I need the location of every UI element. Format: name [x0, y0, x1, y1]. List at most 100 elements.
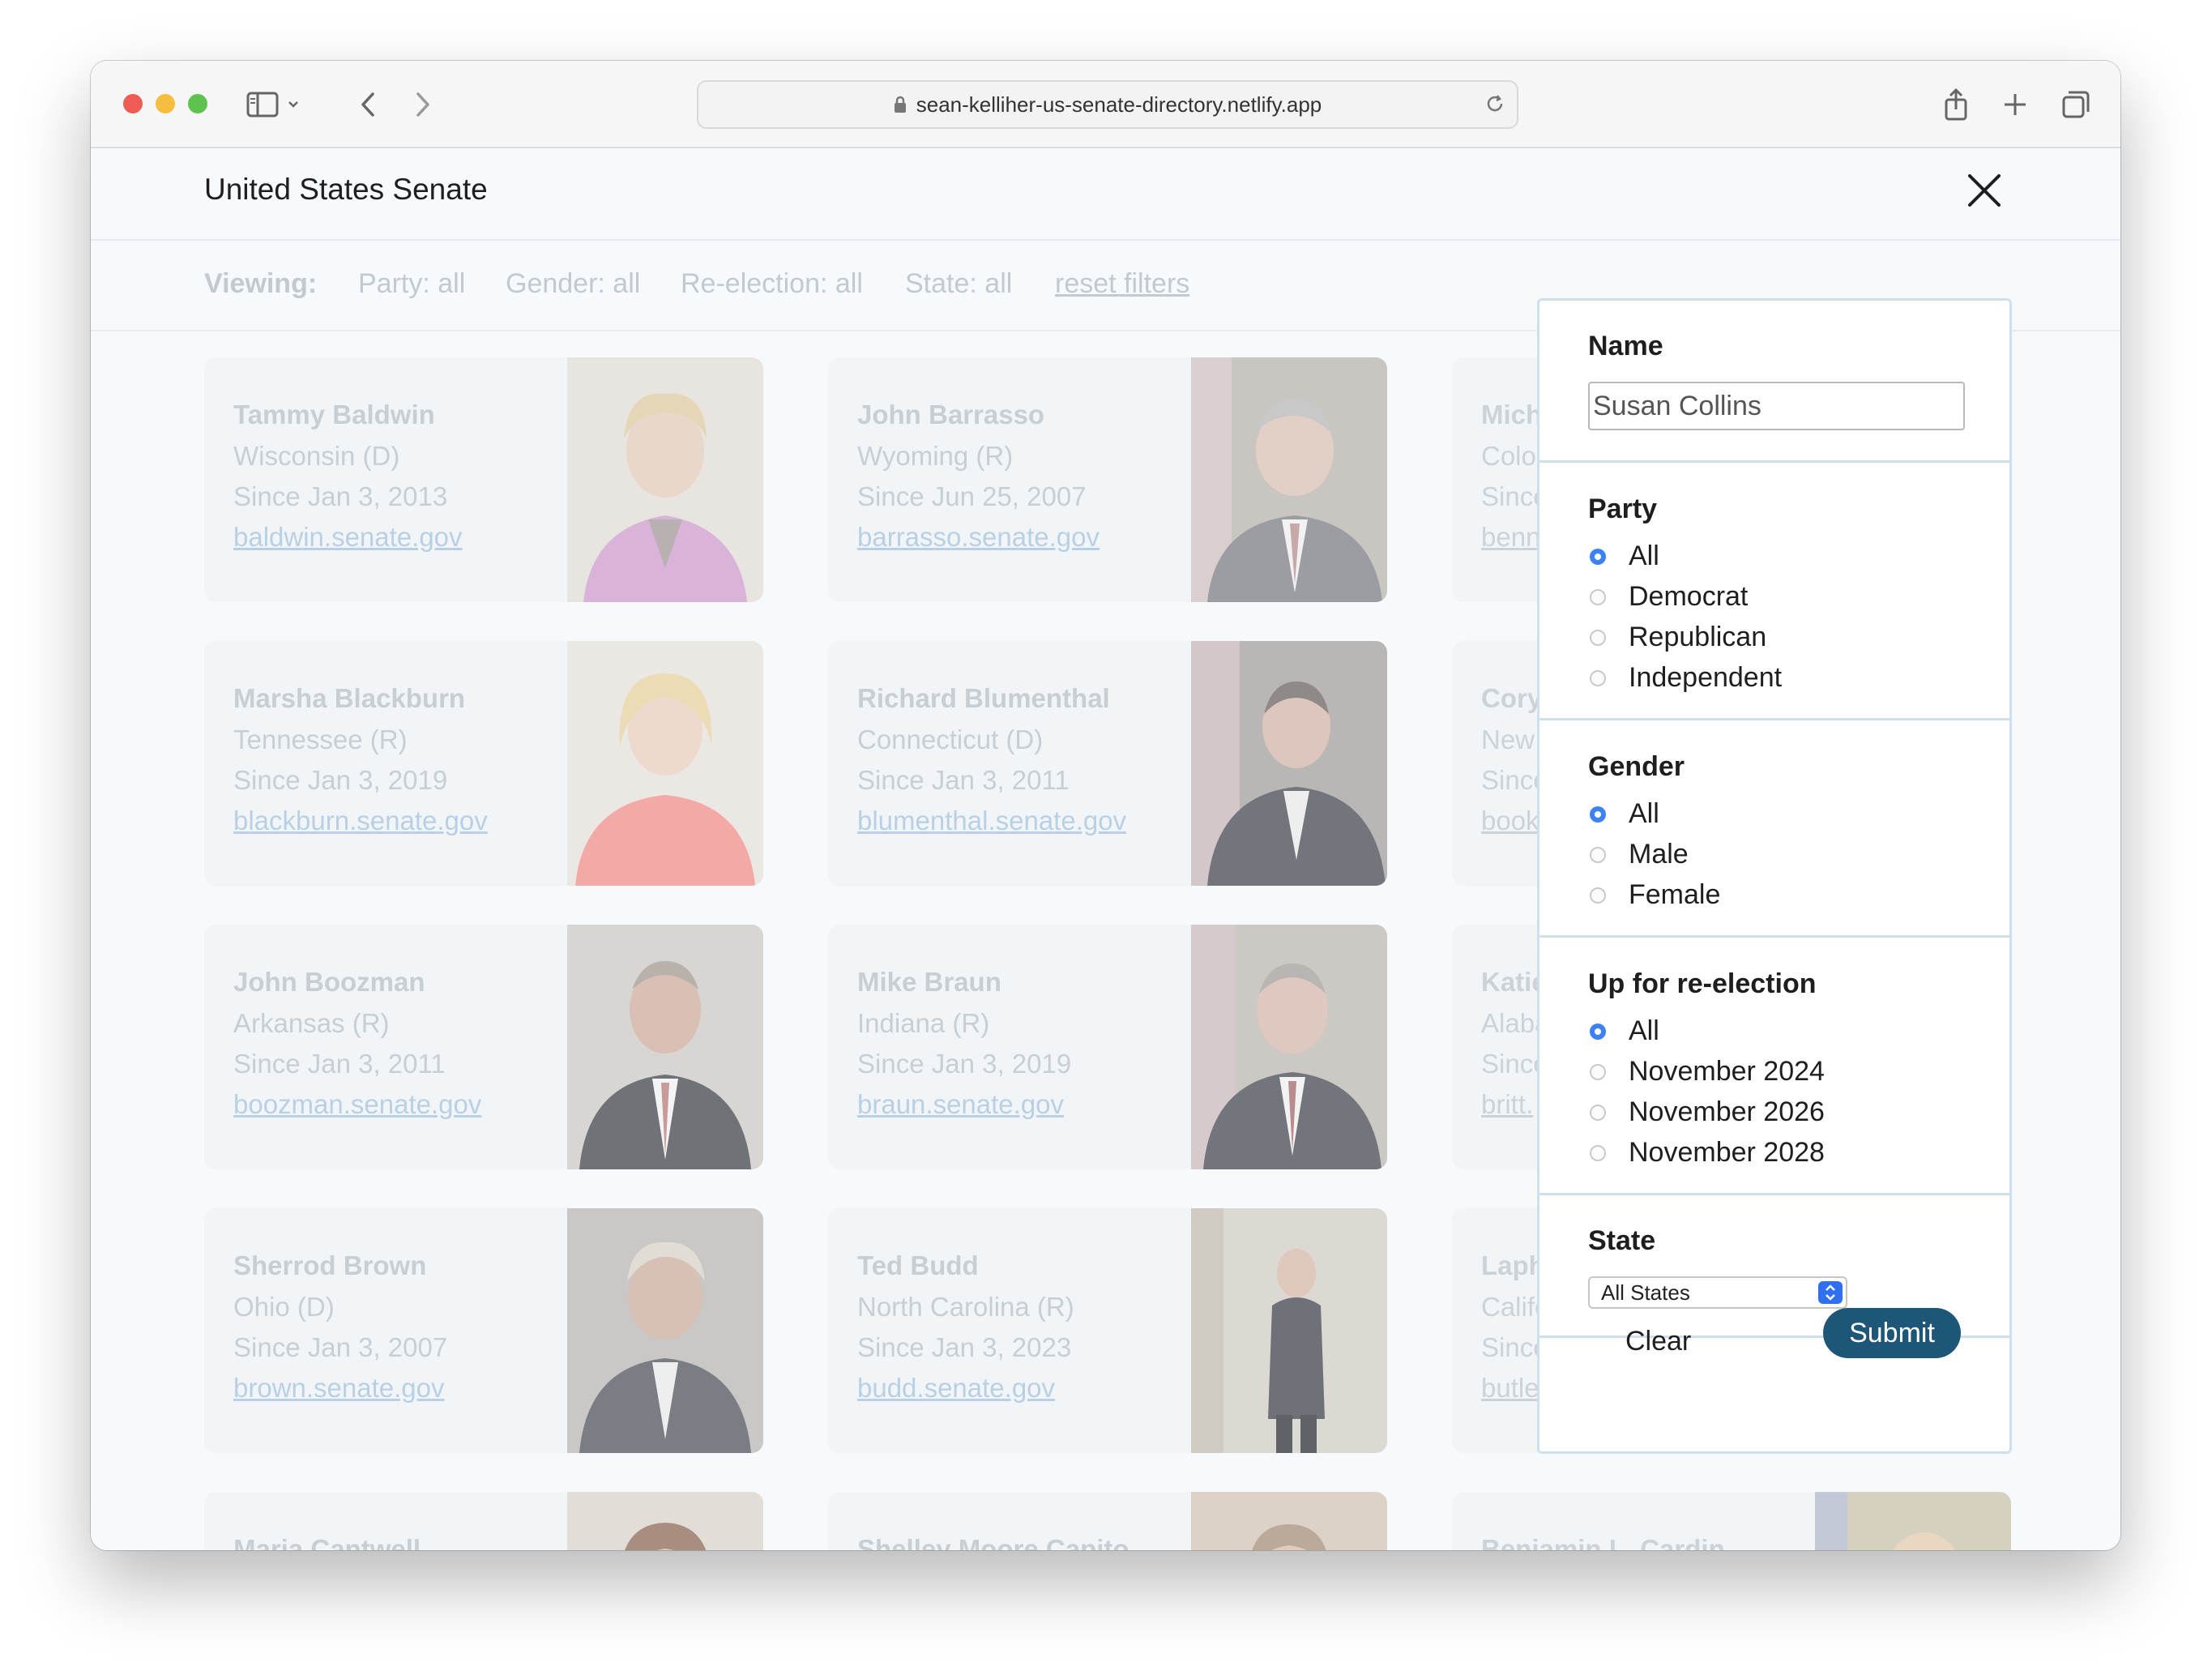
senator-state: Arkansas (R) — [233, 1008, 390, 1038]
reelection-label: Up for re-election — [1588, 968, 1817, 999]
senator-state: Connecticut (D) — [857, 724, 1044, 754]
senator-name: Mike Braun — [857, 967, 1001, 997]
reelection-filter-status: Re-election: all — [681, 268, 863, 299]
name-search-input[interactable] — [1588, 382, 1965, 430]
radio-icon[interactable] — [1590, 846, 1606, 863]
back-icon[interactable] — [350, 87, 386, 122]
radio-icon[interactable] — [1590, 887, 1606, 904]
radio-icon[interactable] — [1590, 1144, 1606, 1161]
senator-since: Since Jan 3, 2013 — [233, 481, 448, 511]
reelection-option-2024[interactable]: November 2024 — [1590, 1056, 1825, 1088]
senator-photo — [1191, 641, 1387, 886]
senator-name: John Barrasso — [857, 400, 1045, 430]
chevron-down-icon[interactable] — [284, 87, 303, 122]
senator-website-link[interactable]: blackburn.senate.gov — [233, 806, 488, 836]
reset-filters-link[interactable]: reset filters — [1055, 268, 1189, 300]
reelection-option-2026[interactable]: November 2026 — [1590, 1096, 1825, 1128]
zoom-window-button[interactable] — [188, 94, 207, 113]
senator-website-link[interactable]: brown.senate.gov — [233, 1373, 445, 1404]
share-icon[interactable] — [1938, 87, 1974, 122]
radio-selected-icon[interactable] — [1590, 548, 1606, 565]
state-filter-status: State: all — [905, 268, 1013, 299]
senator-name: Ted Budd — [857, 1250, 979, 1280]
state-select[interactable]: All States — [1588, 1276, 1847, 1309]
select-stepper-icon[interactable] — [1818, 1281, 1843, 1304]
senator-state: Wisconsin (D) — [233, 441, 400, 471]
radio-icon[interactable] — [1590, 669, 1606, 686]
reelection-option-2028[interactable]: November 2028 — [1590, 1137, 1825, 1169]
senator-card[interactable]: Sherrod Brown Ohio (D) Since Jan 3, 2007… — [204, 1208, 763, 1453]
gender-option-male[interactable]: Male — [1590, 839, 1689, 870]
radio-selected-icon[interactable] — [1590, 806, 1606, 823]
senator-name: Cory — [1481, 683, 1543, 713]
radio-selected-icon[interactable] — [1590, 1023, 1606, 1040]
senator-photo — [1191, 1492, 1387, 1550]
browser-window: sean-kelliher-us-senate-directory.netlif… — [91, 61, 2120, 1550]
senator-card[interactable]: Maria Cantwell — [204, 1492, 763, 1550]
tab-overview-icon[interactable] — [2058, 87, 2094, 122]
senator-state: Indiana (R) — [857, 1008, 990, 1038]
submit-button[interactable]: Submit — [1823, 1308, 1961, 1358]
filter-dialog: Name Party All Democrat Republican Indep… — [1537, 298, 2012, 1454]
senator-website-link[interactable]: britt. — [1481, 1089, 1533, 1120]
viewing-label: Viewing: — [204, 268, 318, 299]
gender-filter-section: Gender All Male Female — [1539, 720, 2009, 938]
senator-card[interactable]: John Barrasso Wyoming (R) Since Jun 25, … — [828, 357, 1387, 602]
senator-name: Laph — [1481, 1250, 1545, 1280]
senator-card[interactable]: Tammy Baldwin Wisconsin (D) Since Jan 3,… — [204, 357, 763, 602]
forward-icon[interactable] — [405, 87, 441, 122]
senator-state: Colo — [1481, 441, 1536, 471]
senator-state: North Carolina (R) — [857, 1292, 1074, 1322]
senator-photo — [567, 641, 763, 886]
senator-card[interactable]: Shelley Moore Capito — [828, 1492, 1387, 1550]
senator-website-link[interactable]: benn — [1481, 522, 1540, 553]
senator-website-link[interactable]: braun.senate.gov — [857, 1089, 1064, 1120]
reelection-option-all[interactable]: All — [1590, 1015, 1659, 1047]
state-select-value: All States — [1601, 1280, 1690, 1305]
close-icon[interactable] — [1966, 173, 2002, 208]
senator-since: Since Jan 3, 2019 — [233, 765, 448, 795]
senator-name: Richard Blumenthal — [857, 683, 1110, 713]
senator-since: Since Jan 3, 2007 — [233, 1332, 448, 1362]
senator-since: Since Jan 3, 2019 — [857, 1049, 1072, 1079]
senator-website-link[interactable]: baldwin.senate.gov — [233, 522, 463, 553]
party-option-republican[interactable]: Republican — [1590, 622, 1766, 653]
party-option-all[interactable]: All — [1590, 541, 1659, 572]
party-option-democrat[interactable]: Democrat — [1590, 581, 1748, 613]
senator-website-link[interactable]: book — [1481, 806, 1539, 836]
senator-card[interactable]: Ted Budd North Carolina (R) Since Jan 3,… — [828, 1208, 1387, 1453]
new-tab-icon[interactable] — [1997, 87, 2033, 122]
close-window-button[interactable] — [123, 94, 143, 113]
senator-name: Benjamin L. Cardin — [1481, 1534, 1725, 1550]
senator-card[interactable]: Richard Blumenthal Connecticut (D) Since… — [828, 641, 1387, 886]
party-option-independent[interactable]: Independent — [1590, 662, 1782, 694]
senator-card[interactable]: John Boozman Arkansas (R) Since Jan 3, 2… — [204, 925, 763, 1169]
minimize-window-button[interactable] — [156, 94, 175, 113]
lock-icon — [894, 96, 906, 113]
reload-icon[interactable] — [1484, 93, 1505, 120]
clear-button[interactable]: Clear — [1625, 1326, 1691, 1357]
senator-website-link[interactable]: barrasso.senate.gov — [857, 522, 1100, 553]
senator-photo — [567, 357, 763, 602]
party-filter-section: Party All Democrat Republican Independen… — [1539, 463, 2009, 720]
state-label: State — [1588, 1225, 1656, 1256]
gender-option-female[interactable]: Female — [1590, 879, 1720, 911]
senator-website-link[interactable]: blumenthal.senate.gov — [857, 806, 1126, 836]
senator-card[interactable]: Mike Braun Indiana (R) Since Jan 3, 2019… — [828, 925, 1387, 1169]
senator-name: Tammy Baldwin — [233, 400, 435, 430]
senator-website-link[interactable]: budd.senate.gov — [857, 1373, 1055, 1404]
senator-card[interactable]: Benjamin L. Cardin — [1452, 1492, 2011, 1550]
radio-icon[interactable] — [1590, 629, 1606, 646]
senator-website-link[interactable]: boozman.senate.gov — [233, 1089, 481, 1120]
address-bar[interactable]: sean-kelliher-us-senate-directory.netlif… — [697, 80, 1518, 129]
gender-filter-status: Gender: all — [506, 268, 641, 299]
senator-photo — [1191, 357, 1387, 602]
radio-icon[interactable] — [1590, 1063, 1606, 1080]
radio-icon[interactable] — [1590, 588, 1606, 605]
senator-photo — [1191, 1208, 1387, 1453]
senator-state: Wyoming (R) — [857, 441, 1014, 471]
gender-option-all[interactable]: All — [1590, 798, 1659, 830]
senator-card[interactable]: Marsha Blackburn Tennessee (R) Since Jan… — [204, 641, 763, 886]
sidebar-toggle-icon[interactable] — [245, 87, 280, 122]
radio-icon[interactable] — [1590, 1104, 1606, 1121]
